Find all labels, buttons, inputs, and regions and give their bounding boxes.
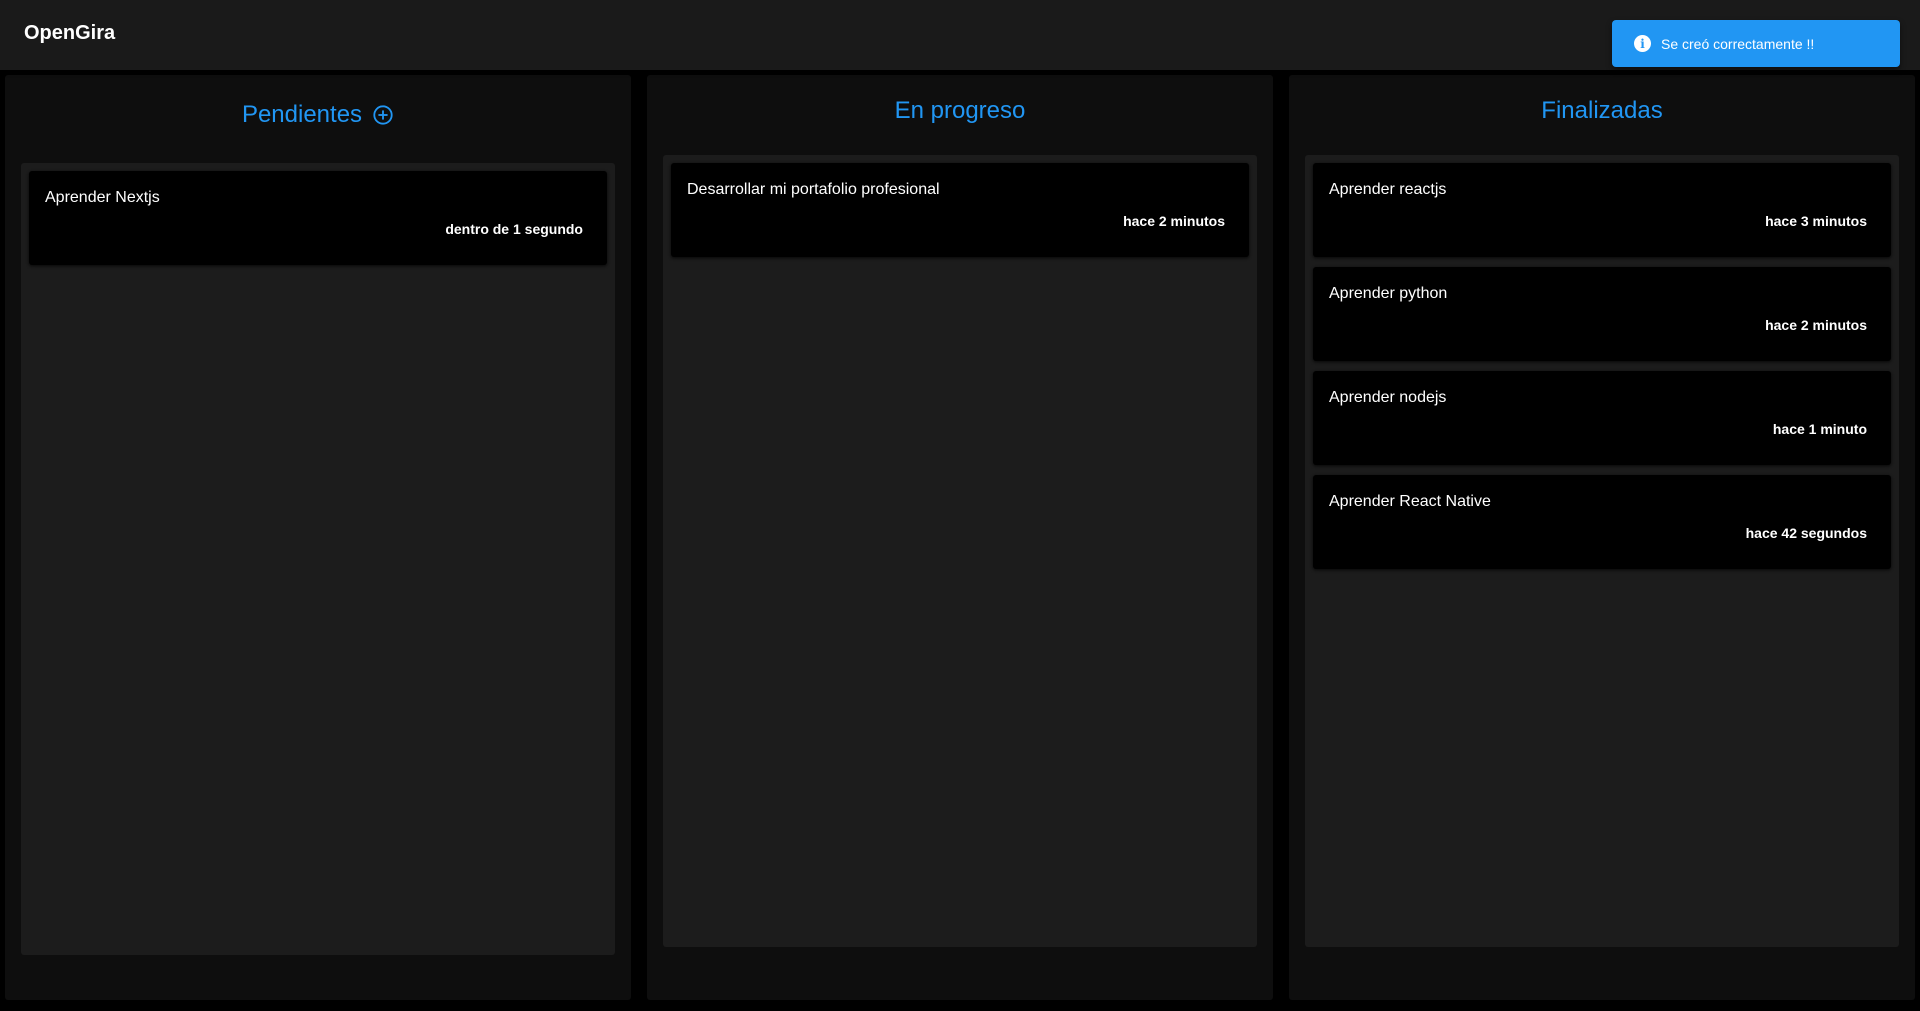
info-icon: i: [1634, 35, 1651, 52]
column-title: En progreso: [894, 97, 1026, 124]
column-title: Pendientes: [241, 101, 363, 128]
task-title: Aprender python: [1329, 285, 1448, 302]
task-card[interactable]: Aprender reactjs hace 3 minutos: [1313, 163, 1891, 257]
task-title: Aprender nodejs: [1329, 389, 1447, 406]
app-title: OpenGira: [24, 21, 116, 44]
task-card[interactable]: Aprender python hace 2 minutos: [1313, 267, 1891, 361]
success-toast[interactable]: i Se creó correctamente !!: [1612, 20, 1900, 67]
column-en-progreso: En progreso Desarrollar mi portafolio pr…: [647, 75, 1273, 1000]
task-card[interactable]: Aprender nodejs hace 1 minuto: [1313, 371, 1891, 465]
column-header: Pendientes: [5, 95, 631, 135]
task-time: dentro de 1 segundo: [445, 221, 583, 237]
column-title: Finalizadas: [1541, 97, 1663, 124]
column-pendientes: Pendientes Aprender Nextjs dentro de 1 s…: [5, 75, 631, 1000]
column-finalizadas: Finalizadas Aprender reactjs hace 3 minu…: [1289, 75, 1915, 1000]
task-card[interactable]: Aprender React Native hace 42 segundos: [1313, 475, 1891, 569]
task-title: Aprender React Native: [1329, 493, 1491, 510]
task-title: Aprender reactjs: [1329, 181, 1447, 198]
task-time: hace 42 segundos: [1745, 525, 1867, 541]
task-list[interactable]: Desarrollar mi portafolio profesional ha…: [663, 155, 1257, 947]
column-header: Finalizadas: [1289, 91, 1915, 131]
task-card[interactable]: Aprender Nextjs dentro de 1 segundo: [29, 171, 607, 265]
task-time: hace 3 minutos: [1765, 213, 1867, 229]
task-list[interactable]: Aprender Nextjs dentro de 1 segundo: [21, 163, 615, 955]
column-header: En progreso: [647, 91, 1273, 131]
task-time: hace 1 minuto: [1772, 421, 1867, 437]
task-time: hace 2 minutos: [1123, 213, 1225, 229]
add-circle-icon[interactable]: [372, 104, 394, 126]
task-title: Aprender Nextjs: [45, 189, 160, 206]
task-list[interactable]: Aprender reactjs hace 3 minutos Aprender…: [1305, 155, 1899, 947]
toast-message: Se creó correctamente !!: [1661, 35, 1815, 52]
task-time: hace 2 minutos: [1765, 317, 1867, 333]
task-card[interactable]: Desarrollar mi portafolio profesional ha…: [671, 163, 1249, 257]
task-title: Desarrollar mi portafolio profesional: [687, 181, 940, 198]
